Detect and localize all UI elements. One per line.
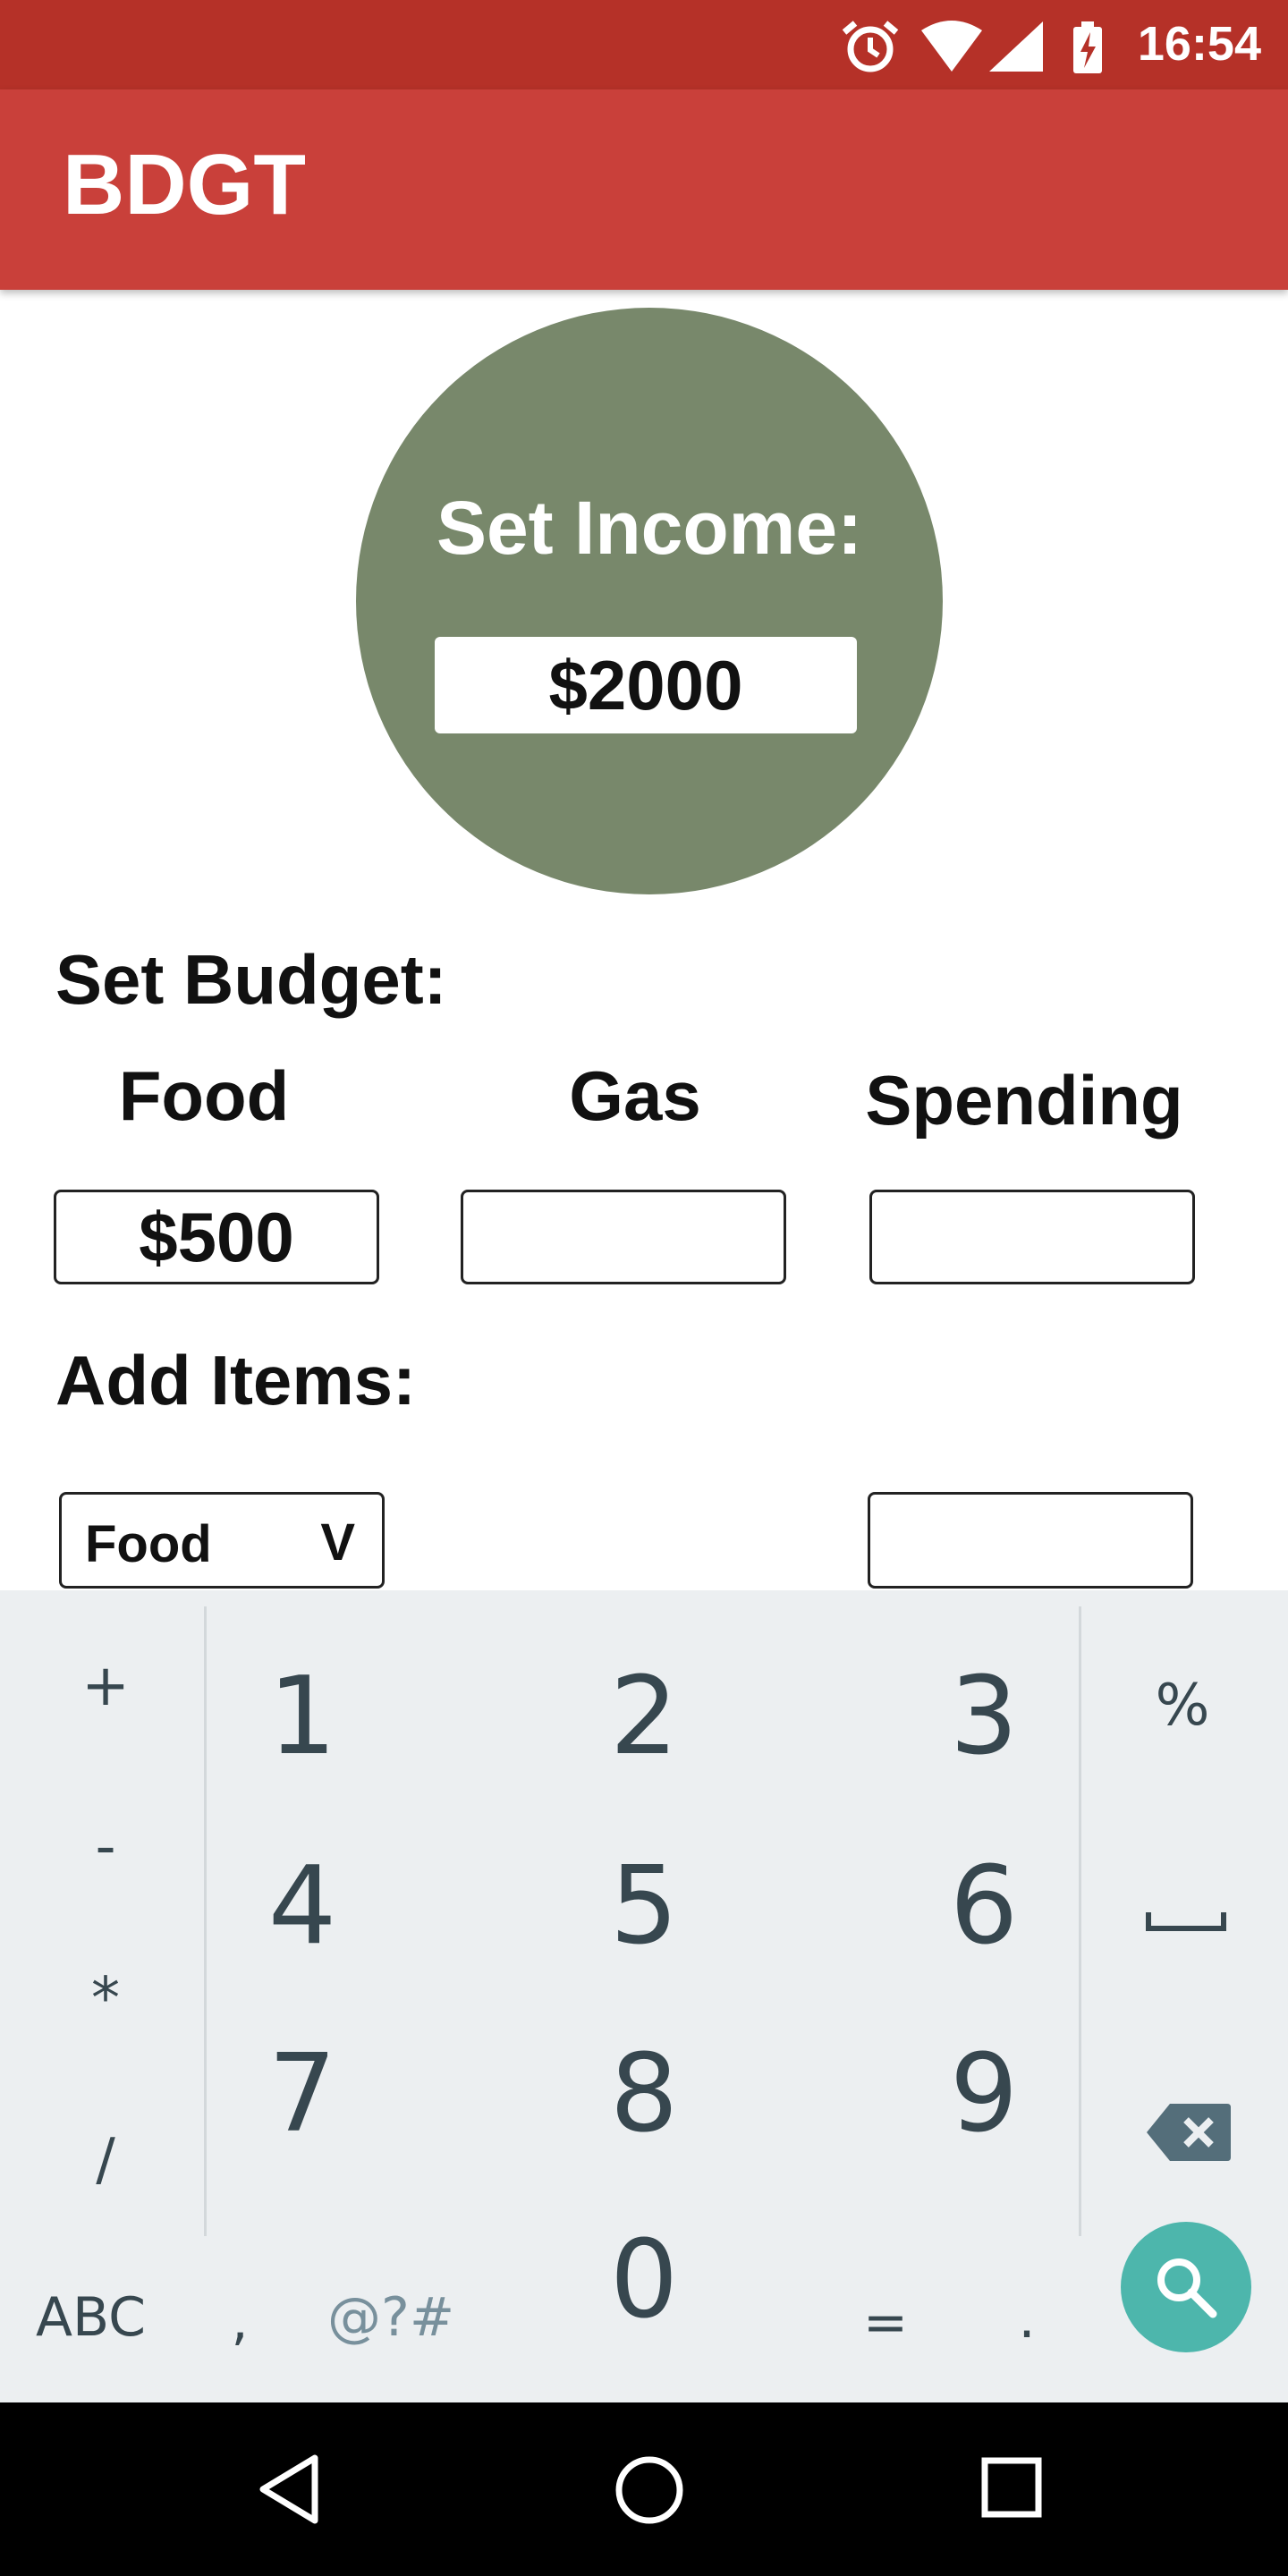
item-amount-input[interactable] (868, 1492, 1193, 1589)
income-circle: Set Income: $2000 (356, 308, 943, 894)
budget-food-input[interactable]: $500 (54, 1190, 379, 1284)
status-bar: 16:54 (0, 0, 1288, 89)
key-5[interactable]: 5 (572, 1844, 716, 1969)
key-plus[interactable]: + (52, 1653, 159, 1719)
cell-signal-icon (989, 21, 1043, 72)
wifi-icon (921, 21, 982, 72)
add-items-title: Add Items: (55, 1341, 417, 1419)
key-comma[interactable]: , (222, 2290, 258, 2352)
key-abc[interactable]: ABC (36, 2286, 146, 2349)
key-3[interactable]: 3 (912, 1655, 1055, 1779)
set-budget-title: Set Budget: (55, 940, 447, 1019)
key-8[interactable]: 8 (572, 2032, 716, 2157)
recents-icon[interactable] (980, 2456, 1043, 2519)
key-minus[interactable]: - (52, 1814, 159, 1880)
budget-food-label: Food (118, 1056, 290, 1135)
budget-spending-label: Spending (865, 1061, 1183, 1140)
search-icon (1157, 2258, 1217, 2318)
key-symbols[interactable]: @?# (327, 2286, 454, 2349)
backspace-icon[interactable] (1145, 2100, 1233, 2165)
key-7[interactable]: 7 (231, 2032, 374, 2157)
key-2[interactable]: 2 (572, 1655, 716, 1779)
key-period[interactable]: . (1009, 2288, 1045, 2351)
key-divide[interactable]: / (52, 2127, 159, 2193)
space-icon[interactable] (1145, 1909, 1227, 1936)
home-icon[interactable] (614, 2454, 685, 2526)
budget-gas-label: Gas (569, 1056, 701, 1135)
item-category-dropdown[interactable]: Food V (59, 1492, 385, 1589)
app-title: BDGT (63, 137, 306, 233)
keyboard-divider-left (204, 1606, 207, 2236)
back-icon[interactable] (256, 2453, 322, 2526)
income-input[interactable]: $2000 (435, 637, 857, 733)
dropdown-selected-value: Food (85, 1515, 212, 1573)
screen: 16:54 BDGT Set Income: $2000 Set Budget:… (0, 0, 1288, 2576)
search-button[interactable] (1121, 2222, 1251, 2352)
key-4[interactable]: 4 (231, 1844, 374, 1969)
status-clock: 16:54 (1137, 17, 1261, 71)
key-6[interactable]: 6 (912, 1844, 1055, 1969)
numeric-keyboard: + - * / 1 2 3 4 5 6 7 8 9 0 % ABC , @?# … (0, 1590, 1288, 2402)
battery-charging-icon (1073, 21, 1102, 73)
key-1[interactable]: 1 (231, 1655, 374, 1779)
key-0[interactable]: 0 (572, 2218, 716, 2343)
income-label: Set Income: (436, 486, 863, 570)
dropdown-arrow-icon: V (320, 1513, 355, 1572)
navigation-bar (0, 2402, 1288, 2576)
budget-gas-input[interactable] (461, 1190, 786, 1284)
keyboard-divider-right (1079, 1606, 1081, 2236)
alarm-icon (842, 21, 899, 72)
key-equals[interactable]: = (859, 2292, 912, 2354)
app-bar: BDGT (0, 89, 1288, 290)
key-percent[interactable]: % (1129, 1673, 1236, 1739)
budget-spending-input[interactable] (869, 1190, 1195, 1284)
key-multiply[interactable]: * (52, 1966, 159, 2032)
key-9[interactable]: 9 (912, 2032, 1055, 2157)
